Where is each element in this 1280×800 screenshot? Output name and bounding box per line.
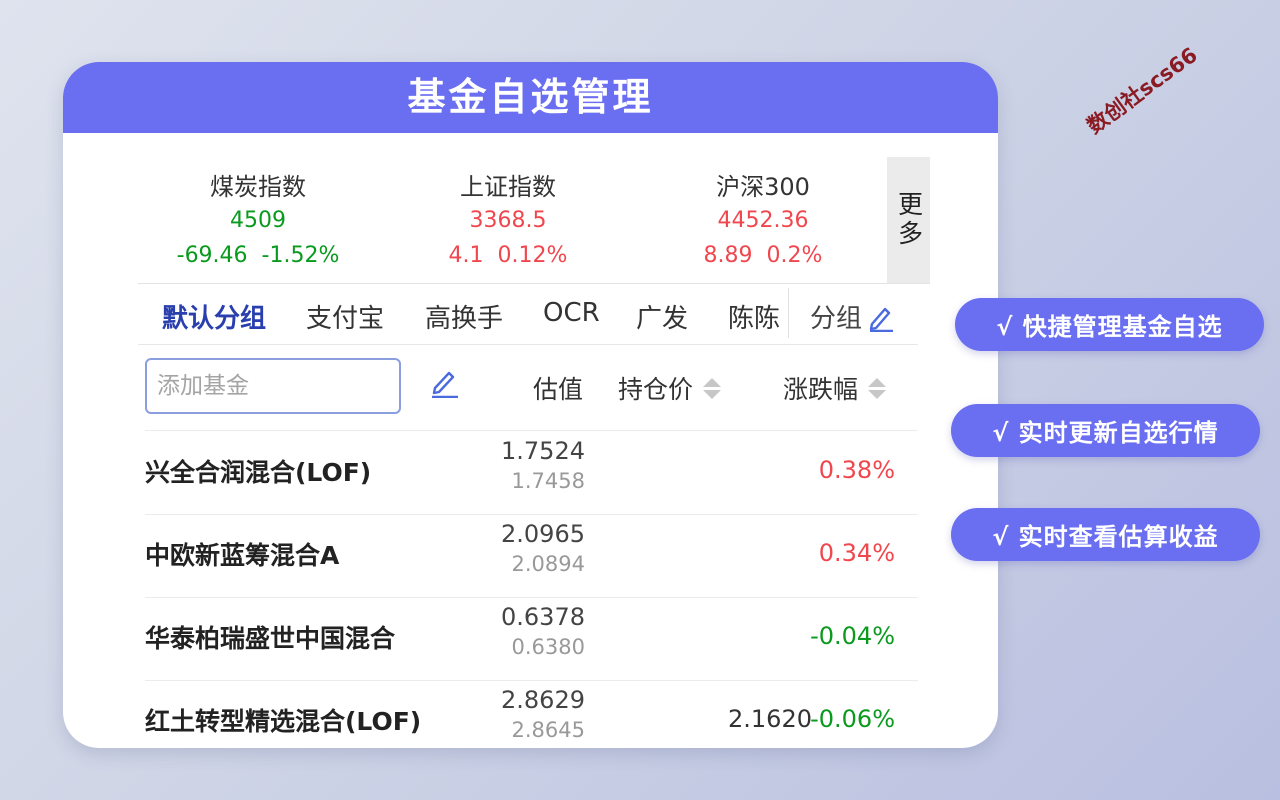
index-value: 3368.5 <box>469 208 547 233</box>
sort-icon <box>868 377 887 399</box>
index-change: -69.46 -1.52% <box>138 243 378 268</box>
index-change-amount: 8.89 <box>703 243 753 268</box>
index-name: 上证指数 <box>460 173 556 201</box>
fund-nav-value: 0.6380 <box>511 635 585 659</box>
fund-change: 0.34% <box>818 539 895 567</box>
group-tabs: 默认分组 支付宝 高换手 OCR 广发 陈陈 分组 <box>138 284 918 345</box>
add-fund-input[interactable] <box>145 358 401 414</box>
table-row[interactable]: 华泰柏瑞盛世中国混合 0.6378 0.6380 -0.04% <box>145 597 918 681</box>
feature-pill-manage: √ 快捷管理基金自选 <box>955 298 1264 351</box>
fund-estimate: 1.7524 1.7458 <box>475 437 585 493</box>
column-estimate: 估值 <box>533 370 583 406</box>
index-card-coal[interactable]: 煤炭指数 4509 -69.46 -1.52% <box>138 157 378 268</box>
fund-estimate: 2.8629 2.8645 <box>475 686 585 742</box>
fund-estimate: 0.6378 0.6380 <box>475 603 585 659</box>
tab-default-group[interactable]: 默认分组 <box>162 298 266 335</box>
index-change-amount: -69.46 <box>176 243 248 268</box>
more-indexes-button[interactable]: 更多 <box>887 157 930 283</box>
fund-change: 0.38% <box>818 456 895 484</box>
index-change-pct: 0.2% <box>766 243 823 268</box>
group-manage-button[interactable]: 分组 <box>810 298 896 335</box>
index-change-pct: -1.52% <box>261 243 340 268</box>
index-change-pct: 0.12% <box>497 243 568 268</box>
fund-watchlist-card: 基金自选管理 煤炭指数 4509 -69.46 -1.52% 上证指数 3368.… <box>63 62 998 748</box>
fund-estimate: 2.0965 2.0894 <box>475 520 585 576</box>
index-name: 煤炭指数 <box>210 173 306 201</box>
index-change-amount: 4.1 <box>448 243 484 268</box>
fund-change: -0.04% <box>810 622 895 650</box>
fund-estimate-value: 2.0965 <box>501 520 585 548</box>
column-change-sort[interactable]: 涨跌幅 <box>783 370 887 406</box>
fund-nav-value: 2.8645 <box>511 718 585 742</box>
tab-guangfa[interactable]: 广发 <box>636 298 688 335</box>
fund-nav-value: 2.0894 <box>511 552 585 576</box>
tab-chenchen[interactable]: 陈陈 <box>728 298 780 335</box>
edit-icon[interactable] <box>428 366 460 398</box>
fund-nav-value: 1.7458 <box>511 469 585 493</box>
fund-name: 华泰柏瑞盛世中国混合 <box>145 624 396 653</box>
index-value: 4509 <box>230 208 286 233</box>
group-label: 分组 <box>810 304 863 334</box>
table-row[interactable]: 中欧新蓝筹混合A 2.0965 2.0894 0.34% <box>145 514 918 598</box>
fund-estimate-value: 0.6378 <box>501 603 585 631</box>
pencil-icon <box>869 307 894 332</box>
watermark: 数创社scs66 <box>1082 42 1202 139</box>
fund-name: 兴全合润混合(LOF) <box>145 458 372 487</box>
index-card-hs300[interactable]: 沪深300 4452.36 8.89 0.2% <box>643 157 883 268</box>
feature-pill-realtime: √ 实时更新自选行情 <box>951 404 1260 457</box>
column-cost-label: 持仓价 <box>618 375 694 404</box>
column-cost-sort[interactable]: 持仓价 <box>618 370 722 406</box>
index-change: 8.89 0.2% <box>643 243 883 268</box>
tab-ocr[interactable]: OCR <box>543 298 600 328</box>
table-row[interactable]: 红土转型精选混合(LOF) 2.8629 2.8645 2.1620 -0.06… <box>145 680 918 748</box>
feature-pill-earnings: √ 实时查看估算收益 <box>951 508 1260 561</box>
fund-estimate-value: 2.8629 <box>501 686 585 714</box>
fund-estimate-value: 1.7524 <box>501 437 585 465</box>
column-estimate-label: 估值 <box>533 375 584 404</box>
page-title: 基金自选管理 <box>63 62 998 133</box>
table-row[interactable]: 兴全合润混合(LOF) 1.7524 1.7458 0.38% <box>145 431 918 515</box>
tab-high-turnover[interactable]: 高换手 <box>425 298 503 335</box>
fund-name: 中欧新蓝筹混合A <box>145 541 340 570</box>
fund-change: -0.06% <box>810 705 895 733</box>
tab-divider <box>788 288 789 338</box>
index-name: 沪深300 <box>716 173 810 201</box>
index-change: 4.1 0.12% <box>388 243 628 268</box>
sort-icon <box>703 377 722 399</box>
fund-name: 红土转型精选混合(LOF) <box>145 707 422 736</box>
column-change-label: 涨跌幅 <box>783 375 859 404</box>
index-strip: 煤炭指数 4509 -69.46 -1.52% 上证指数 3368.5 4.1 0.… <box>138 157 930 284</box>
tab-alipay[interactable]: 支付宝 <box>306 298 384 335</box>
index-value: 4452.36 <box>717 208 809 233</box>
index-card-shanghai[interactable]: 上证指数 3368.5 4.1 0.12% <box>388 157 628 268</box>
